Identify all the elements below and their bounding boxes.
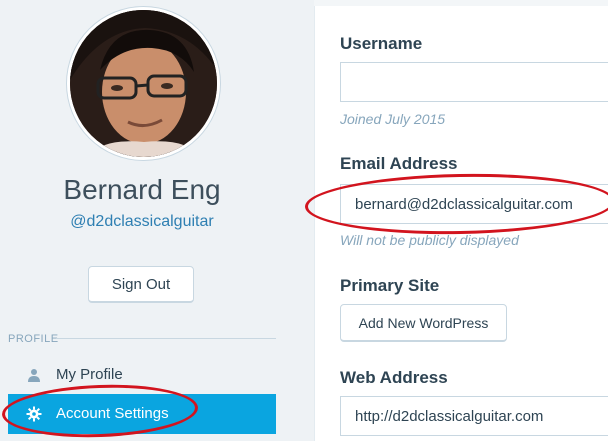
- section-divider: [56, 338, 276, 339]
- web-address-label: Web Address: [340, 368, 448, 387]
- sign-out-button[interactable]: Sign Out: [88, 266, 194, 303]
- sidebar-item-label: Account Settings: [56, 405, 169, 422]
- account-settings-form: Username Joined July 2015 Email Address …: [314, 6, 608, 441]
- primary-site-label: Primary Site: [340, 276, 440, 295]
- email-input[interactable]: [340, 184, 608, 224]
- avatar-photo: [70, 10, 217, 157]
- section-label-profile: PROFILE: [8, 333, 59, 345]
- person-icon: [28, 369, 40, 382]
- gear-icon: [26, 406, 42, 422]
- username-input[interactable]: [340, 62, 608, 102]
- sidebar: Bernard Eng @d2dclassicalguitar Sign Out…: [0, 0, 314, 441]
- username-label: Username: [340, 34, 423, 53]
- display-name: Bernard Eng: [63, 174, 221, 205]
- account-settings-page: Bernard Eng @d2dclassicalguitar Sign Out…: [0, 0, 608, 441]
- add-new-wordpress-button[interactable]: Add New WordPress: [340, 304, 507, 342]
- profile-handle-link[interactable]: @d2dclassicalguitar: [0, 213, 284, 231]
- sidebar-item-label: My Profile: [56, 366, 123, 383]
- email-label: Email Address: [340, 154, 458, 173]
- sidebar-item-my-profile[interactable]: My Profile: [8, 355, 276, 395]
- avatar: [67, 7, 220, 160]
- sidebar-item-account-settings[interactable]: Account Settings: [8, 394, 276, 434]
- joined-date-hint: Joined July 2015: [340, 111, 446, 127]
- email-privacy-hint: Will not be publicly displayed: [340, 232, 519, 248]
- web-address-input[interactable]: [340, 396, 608, 436]
